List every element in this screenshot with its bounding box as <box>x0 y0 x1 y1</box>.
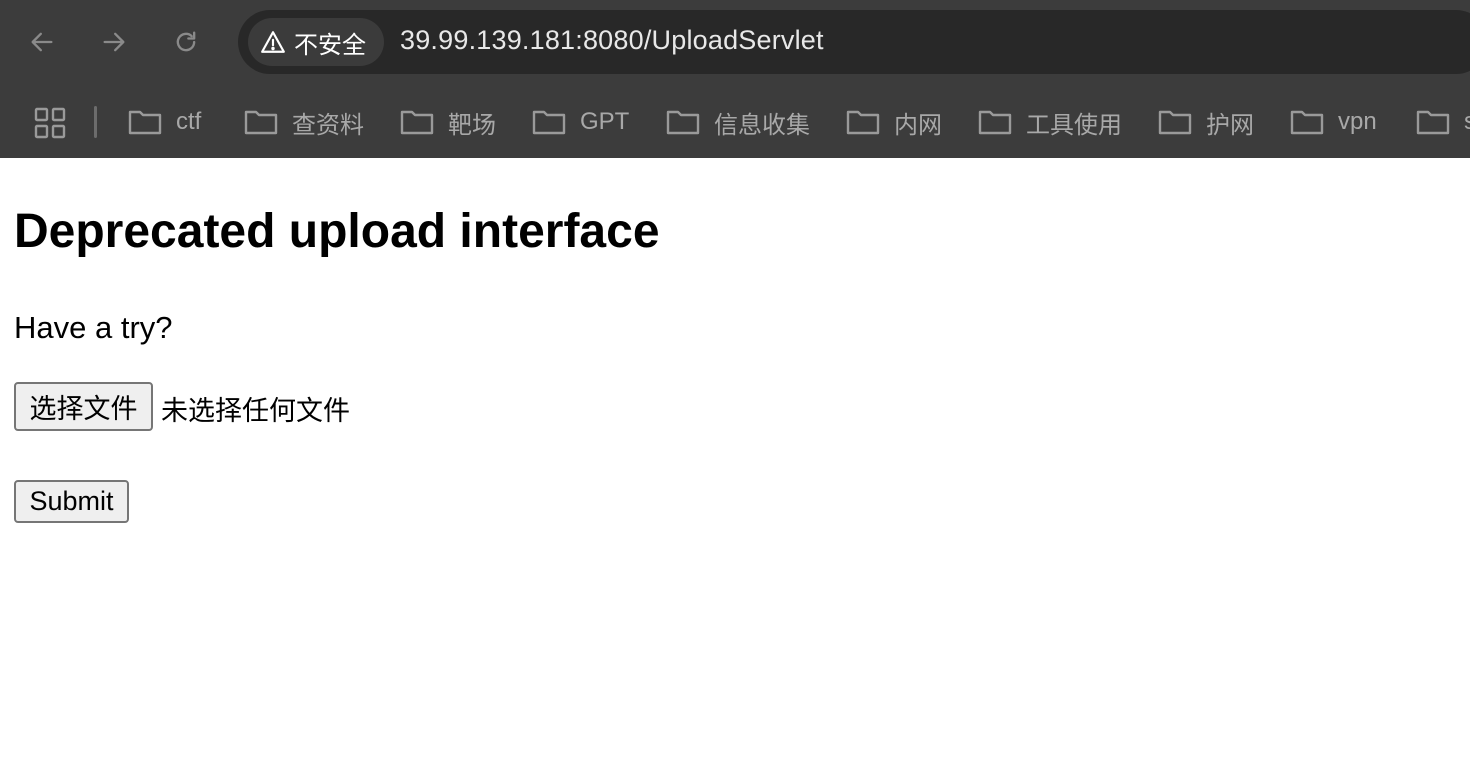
bookmark-folder-partial[interactable]: s <box>1416 104 1470 140</box>
bookmark-folder-tools[interactable]: 工具使用 <box>978 104 1122 140</box>
folder-icon <box>846 110 880 135</box>
arrow-left-icon <box>31 32 53 52</box>
file-status-text: 未选择任何文件 <box>161 396 350 426</box>
bookmark-folder-vpn[interactable]: vpn <box>1290 104 1377 140</box>
bookmark-folder-recon[interactable]: 信息收集 <box>666 104 810 140</box>
bookmark-label: 工具使用 <box>1026 111 1122 139</box>
security-label: 不安全 <box>294 31 366 59</box>
bookmark-folder-ctf[interactable]: ctf <box>128 104 201 140</box>
forward-button[interactable] <box>92 20 136 64</box>
bookmarks-separator <box>94 106 97 138</box>
bookmark-label: 信息收集 <box>714 111 810 139</box>
browser-toolbar: 不安全 39.99.139.181:8080/UploadServlet <box>0 0 1470 86</box>
apps-grid-icon[interactable] <box>34 107 66 139</box>
security-indicator[interactable]: 不安全 <box>248 18 384 66</box>
bookmark-label: 靶场 <box>448 111 496 139</box>
folder-icon <box>1290 110 1324 135</box>
warning-icon <box>261 31 285 53</box>
page-content: Deprecated upload interface Have a try? … <box>0 158 1470 758</box>
arrow-right-icon <box>103 32 125 52</box>
bookmark-label: 内网 <box>894 111 942 139</box>
submit-button[interactable]: Submit <box>14 480 129 523</box>
folder-icon <box>1158 110 1192 135</box>
bookmark-label: 查资料 <box>292 111 364 139</box>
bookmark-folder-intranet[interactable]: 内网 <box>846 104 942 140</box>
bookmark-label: 护网 <box>1206 111 1254 139</box>
bookmark-label: s <box>1464 108 1470 135</box>
url-text[interactable]: 39.99.139.181:8080/UploadServlet <box>400 25 824 56</box>
reload-icon <box>176 31 196 52</box>
bookmark-label: vpn <box>1338 108 1377 135</box>
bookmark-folder-hvv[interactable]: 护网 <box>1158 104 1254 140</box>
folder-icon <box>978 110 1012 135</box>
page-title: Deprecated upload interface <box>14 205 660 258</box>
reload-button[interactable] <box>164 20 208 64</box>
folder-icon <box>400 110 434 135</box>
bookmark-label: ctf <box>176 108 202 135</box>
bookmark-folder-gpt[interactable]: GPT <box>532 104 629 140</box>
folder-icon <box>244 110 278 135</box>
folder-icon <box>666 110 700 135</box>
bookmark-folder-research[interactable]: 查资料 <box>244 104 364 140</box>
folder-icon <box>128 110 162 135</box>
prompt-text: Have a try? <box>14 310 173 345</box>
choose-file-button[interactable]: 选择文件 <box>14 382 153 431</box>
address-bar[interactable]: 不安全 39.99.139.181:8080/UploadServlet <box>238 10 1470 74</box>
bookmarks-bar: ctf 查资料 靶场 GPT 信息收集 内网 工具使用 护网 vpn s <box>0 96 1470 148</box>
bookmark-folder-range[interactable]: 靶场 <box>400 104 496 140</box>
folder-icon <box>1416 110 1450 135</box>
bookmark-label: GPT <box>580 108 630 135</box>
browser-chrome: 不安全 39.99.139.181:8080/UploadServlet ctf… <box>0 0 1470 158</box>
back-button[interactable] <box>20 20 64 64</box>
folder-icon <box>532 110 566 135</box>
